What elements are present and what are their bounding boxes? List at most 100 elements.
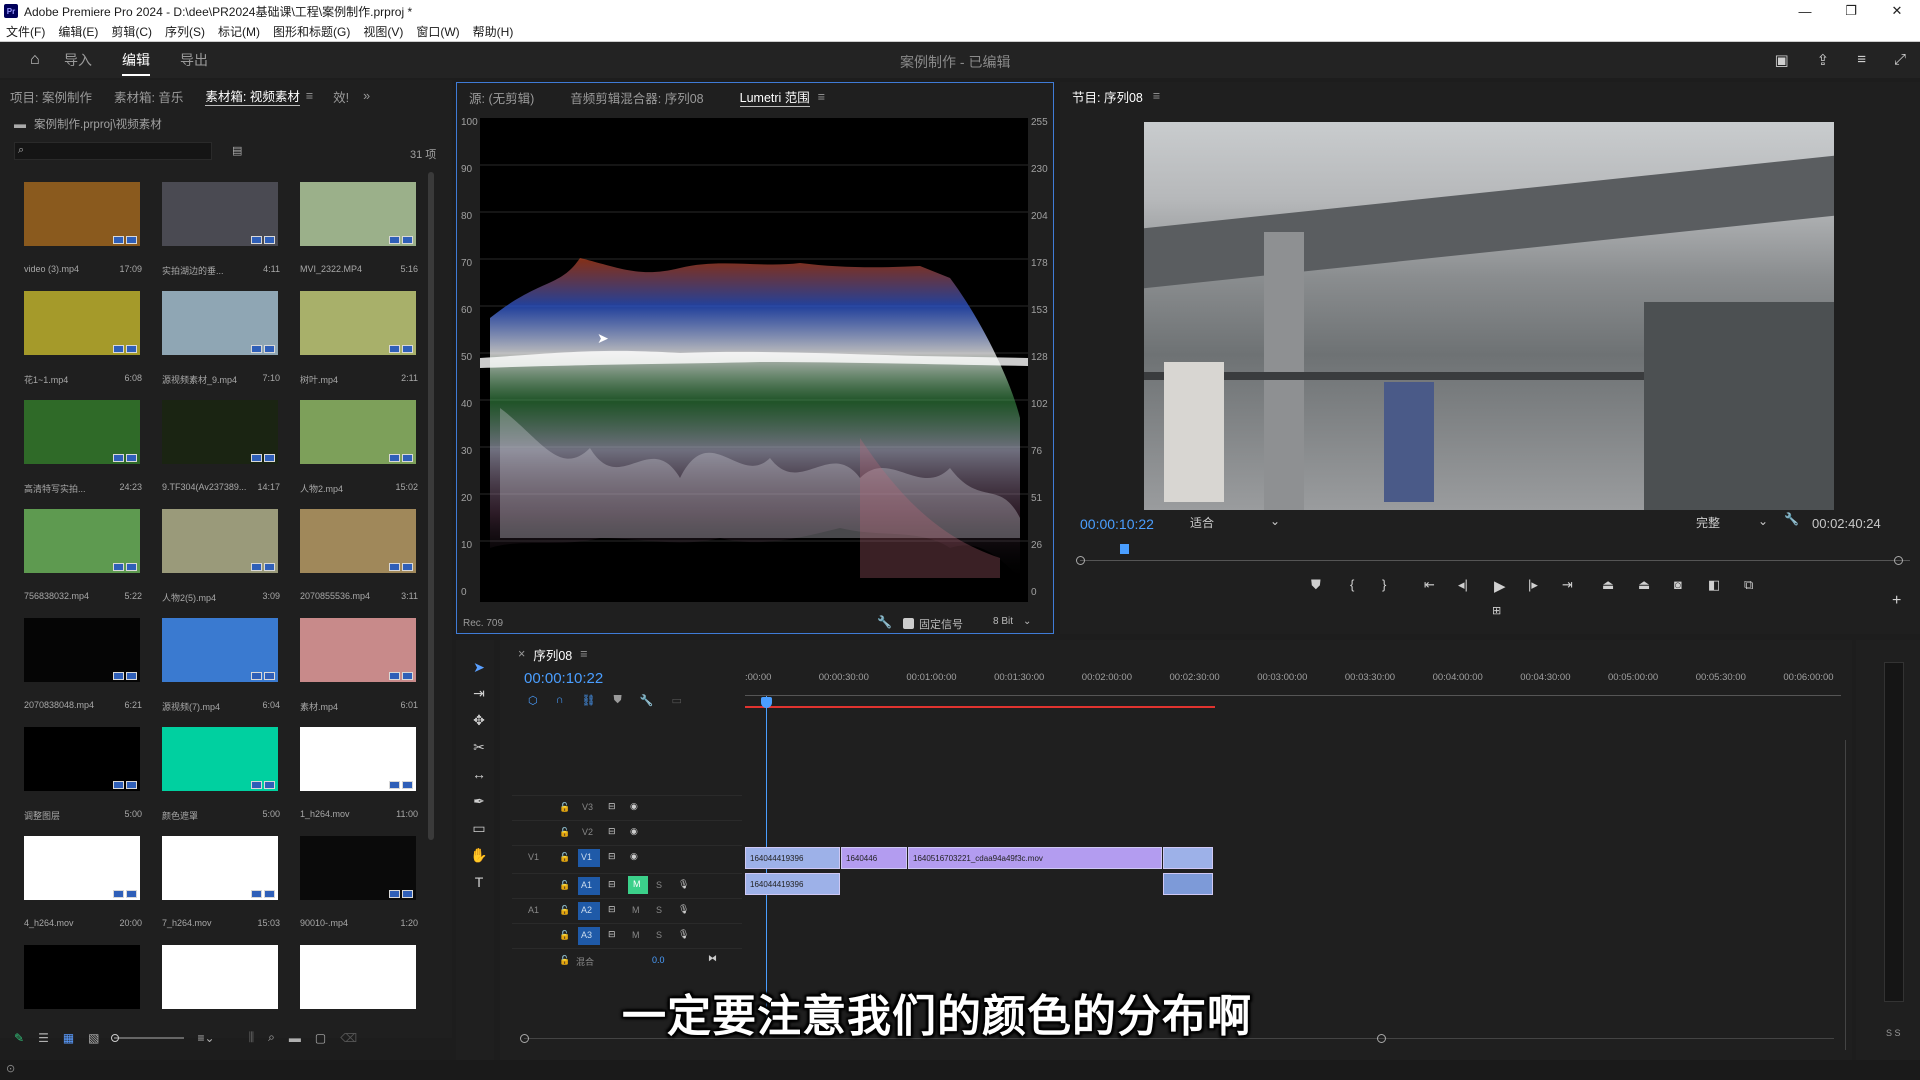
close-button[interactable]: ✕ [1874,0,1920,22]
list-view-icon[interactable]: ☰ [38,1031,49,1045]
quick-export-icon[interactable]: ⇪ [1817,51,1830,69]
minimize-button[interactable]: — [1782,0,1828,22]
eye-icon[interactable]: ◉ [630,851,638,862]
program-timecode[interactable]: 00:00:10:22 [1080,516,1154,532]
pencil-icon[interactable]: ✎ [14,1031,24,1045]
timeline-settings-icon[interactable]: 🔧 [640,694,654,707]
clamp-signal-checkbox[interactable] [903,618,914,629]
thumbnail[interactable] [162,182,278,246]
add-marker-timeline-icon[interactable]: ⛊ [613,694,621,707]
tab-source[interactable]: 源: (无剪辑) [469,88,534,107]
thumbnail[interactable] [24,945,140,1009]
export-frame-icon[interactable]: ◙ [1674,577,1682,592]
menu-graphics[interactable]: 图形和标题(G) [273,23,350,40]
workspaces-icon[interactable]: ▣ [1774,51,1788,69]
timeline-scroll-end-handle[interactable] [1377,1034,1386,1043]
mute-button-a3[interactable]: M [632,930,640,940]
clip-v1-d[interactable] [1163,847,1213,869]
comparison-view-icon[interactable]: ◧ [1708,577,1720,593]
track-a2-label[interactable]: A2 [578,902,600,920]
menu-help[interactable]: 帮助(H) [473,23,514,40]
workspace-tab-edit[interactable]: 编辑 [122,50,150,76]
hand-tool-icon[interactable]: ✋ [470,846,488,864]
tab-bin-music[interactable]: 素材箱: 音乐 [114,87,183,106]
microphone-icon[interactable]: 🎙 [678,929,689,940]
tab-audio-clip-mixer[interactable]: 音频剪辑混合器: 序列08 [570,88,703,107]
home-icon[interactable]: ⌂ [30,52,46,68]
menu-window[interactable]: 窗口(W) [416,23,459,40]
thumbnail[interactable] [162,618,278,682]
thumbnail[interactable] [162,836,278,900]
menu-file[interactable]: 文件(F) [6,23,45,40]
track-v1-label[interactable]: V1 [578,849,600,867]
thumbnail[interactable] [24,182,140,246]
lift-icon[interactable]: ⏏ [1602,577,1614,593]
mark-in-icon[interactable]: { [1350,577,1354,592]
sync-lock-icon[interactable]: ⊟ [608,879,616,890]
linked-selection-icon[interactable]: ⛓ [582,694,596,707]
track-select-tool-icon[interactable]: ⇥ [470,684,488,702]
meter-solo-label[interactable]: S S [1886,1028,1901,1038]
eye-icon[interactable]: ◉ [630,826,638,837]
playhead-marker[interactable] [1120,544,1129,554]
clip-a1-a[interactable]: 164044419396 [745,873,840,895]
sync-lock-icon[interactable]: ⊟ [608,801,616,812]
automate-icon[interactable]: ⫼ [249,1030,255,1045]
clip-a1-b[interactable] [1163,873,1213,895]
lock-icon[interactable]: 🔓 [559,905,570,916]
menu-clip[interactable]: 剪辑(C) [111,23,152,40]
thumbnail[interactable] [300,727,416,791]
menu-view[interactable]: 视图(V) [363,23,403,40]
solo-button-a3[interactable]: S [656,930,662,940]
lock-icon[interactable]: 🔓 [559,880,570,891]
thumbnail[interactable] [24,618,140,682]
mute-button-a2[interactable]: M [632,905,640,915]
proxy-toggle-icon[interactable]: ⧉ [1744,577,1753,593]
tab-bin-video-menu-icon[interactable]: ≡ [306,89,313,103]
thumbnail[interactable] [300,291,416,355]
lock-icon[interactable]: 🔓 [559,930,570,941]
solo-button-a2[interactable]: S [656,905,662,915]
solo-button-a1[interactable]: S [656,880,662,890]
ripple-edit-tool-icon[interactable]: ✥ [470,711,488,729]
selection-tool-icon[interactable]: ➤ [470,658,488,676]
mark-out-icon[interactable]: } [1382,577,1386,592]
sync-lock-icon[interactable]: ⊟ [608,904,616,915]
track-a3-label[interactable]: A3 [578,927,600,945]
icon-view-icon[interactable]: ▦ [63,1031,74,1045]
thumbnail[interactable] [24,400,140,464]
snap-icon[interactable]: ∩ [556,694,564,707]
thumbnail[interactable] [300,400,416,464]
thumbnail[interactable] [24,509,140,573]
zoom-end-handle[interactable] [1894,556,1903,565]
project-scrollbar[interactable] [428,172,434,840]
rectangle-tool-icon[interactable]: ▭ [470,819,488,837]
menu-sequence[interactable]: 序列(S) [165,23,205,40]
close-sequence-icon[interactable]: × [518,647,525,661]
mix-end-icon[interactable]: ⧓ [708,953,717,964]
thumbnail[interactable] [162,509,278,573]
new-bin-from-search-icon[interactable]: ▤ [232,144,242,157]
thumbnail[interactable] [300,945,416,1009]
microphone-icon[interactable]: 🎙 [678,904,689,915]
add-marker-icon[interactable]: ⛊ [1311,577,1321,593]
menu-edit[interactable]: 编辑(E) [58,23,98,40]
tab-lumetri-scopes[interactable]: Lumetri 范围 [739,87,810,107]
search-input[interactable]: ⌕ [14,142,212,160]
track-a1-label[interactable]: A1 [578,877,600,895]
thumbnail[interactable] [300,836,416,900]
timeline-playhead-handle[interactable] [761,697,772,708]
quality-select[interactable]: 完整 ⌄ [1696,514,1768,531]
clip-v1-a[interactable]: 164044419396 [745,847,840,869]
slip-tool-icon[interactable]: ↔ [470,765,488,783]
mute-button-a1[interactable]: M [628,876,648,894]
clip-v1-b[interactable]: 1640446 [841,847,907,869]
lock-icon[interactable]: 🔓 [559,802,570,813]
workspace-tab-export[interactable]: 导出 [180,50,208,70]
zoom-slider[interactable] [110,1033,184,1042]
thumbnail[interactable] [162,400,278,464]
go-to-in-icon[interactable]: ⇤ [1424,577,1435,593]
thumbnail[interactable] [162,945,278,1009]
time-ruler[interactable]: :00:00 00:00:30:00 00:01:00:00 00:01:30:00 0… [745,668,1841,690]
new-item-icon[interactable]: ▢ [315,1031,326,1045]
